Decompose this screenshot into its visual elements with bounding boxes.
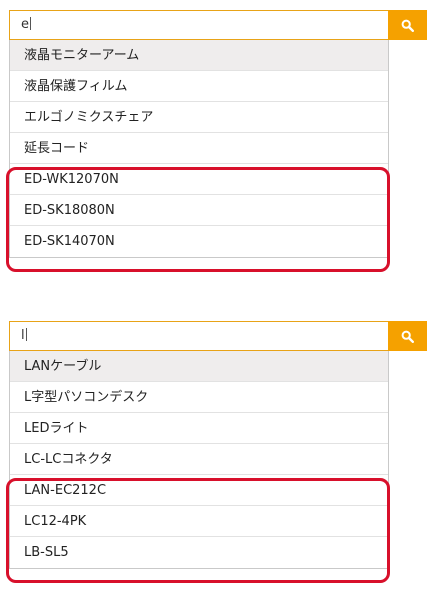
suggestion-item[interactable]: 液晶保護フィルム	[10, 71, 388, 102]
suggestion-item[interactable]: LB-SL5	[10, 537, 388, 568]
autocomplete-panel-1: e 液晶モニターアーム 液晶保護フィルム エルゴノミクスチェア 延長コード ED…	[6, 10, 427, 272]
suggestion-item[interactable]: LC12-4PK	[10, 506, 388, 537]
text-caret	[30, 17, 31, 30]
suggestion-item[interactable]: ED-SK14070N	[10, 226, 388, 257]
search-bar: l	[9, 321, 427, 351]
suggestion-item[interactable]: LANケーブル	[10, 351, 388, 382]
search-query-text: e	[21, 17, 29, 32]
search-button[interactable]	[388, 10, 427, 40]
suggestion-item[interactable]: ED-WK12070N	[10, 164, 388, 195]
suggestion-list: LANケーブル L字型パソコンデスク LEDライト LC-LCコネクタ LAN-…	[9, 351, 389, 569]
suggestion-item[interactable]: LEDライト	[10, 413, 388, 444]
search-icon	[401, 330, 414, 343]
suggestion-list: 液晶モニターアーム 液晶保護フィルム エルゴノミクスチェア 延長コード ED-W…	[9, 40, 389, 258]
text-caret	[25, 328, 27, 341]
suggestion-item[interactable]: エルゴノミクスチェア	[10, 102, 388, 133]
search-button[interactable]	[388, 321, 427, 351]
suggestion-item[interactable]: 延長コード	[10, 133, 388, 164]
suggestion-item[interactable]: 液晶モニターアーム	[10, 40, 388, 71]
search-bar: e	[9, 10, 427, 40]
suggestion-item[interactable]: ED-SK18080N	[10, 195, 388, 226]
search-icon	[401, 19, 414, 32]
suggestion-item[interactable]: LAN-EC212C	[10, 475, 388, 506]
search-input[interactable]: l	[10, 322, 388, 350]
suggestion-item[interactable]: L字型パソコンデスク	[10, 382, 388, 413]
autocomplete-panel-2: l LANケーブル L字型パソコンデスク LEDライト LC-LCコネクタ LA…	[6, 321, 427, 583]
search-query-text: l	[21, 328, 25, 343]
search-input[interactable]: e	[10, 11, 388, 39]
suggestion-item[interactable]: LC-LCコネクタ	[10, 444, 388, 475]
